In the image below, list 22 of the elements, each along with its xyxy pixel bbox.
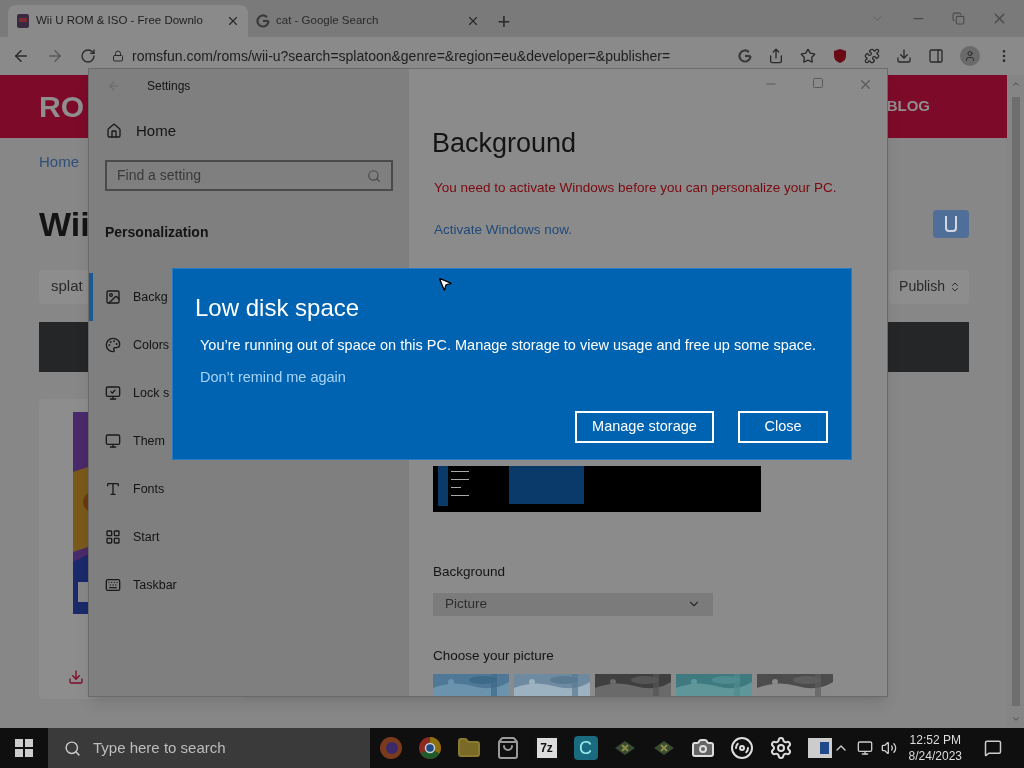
url-text: romsfun.com/roms/wii-u?search=splatoon&genre=&region=eu&developer=&publisher=	[132, 46, 671, 66]
tab-title: cat - Google Search	[276, 13, 380, 29]
section-heading: Personalization	[104, 223, 210, 242]
field-label: Choose your picture	[433, 646, 555, 665]
page-heading: Background	[432, 127, 578, 160]
dialog-title: Low disk space	[195, 293, 361, 323]
field-label: Background	[433, 563, 507, 582]
home-label: Home	[136, 120, 176, 141]
nav-label: Backg	[133, 288, 168, 306]
nav-label: Them	[133, 432, 165, 450]
window-title: Settings	[147, 77, 191, 95]
nav-label: Colors	[133, 336, 170, 354]
search-placeholder: Type here to search	[93, 737, 226, 758]
nav-label: Lock s	[133, 384, 170, 402]
nav-label: Start	[133, 528, 160, 546]
dialog-message: You’re running out of space on this PC. Manage storage to view usage and free up some space.	[200, 336, 818, 355]
tab-title: Wii U ROM & ISO - Free Downlo	[36, 13, 204, 29]
page-heading: Wii	[39, 203, 90, 245]
nav-label: Fonts	[133, 480, 165, 498]
nav-label: Taskbar	[133, 576, 177, 594]
search-placeholder: Find a setting	[117, 166, 202, 185]
activation-warning: You need to activate Windows before you can personalize your PC.	[434, 178, 838, 197]
